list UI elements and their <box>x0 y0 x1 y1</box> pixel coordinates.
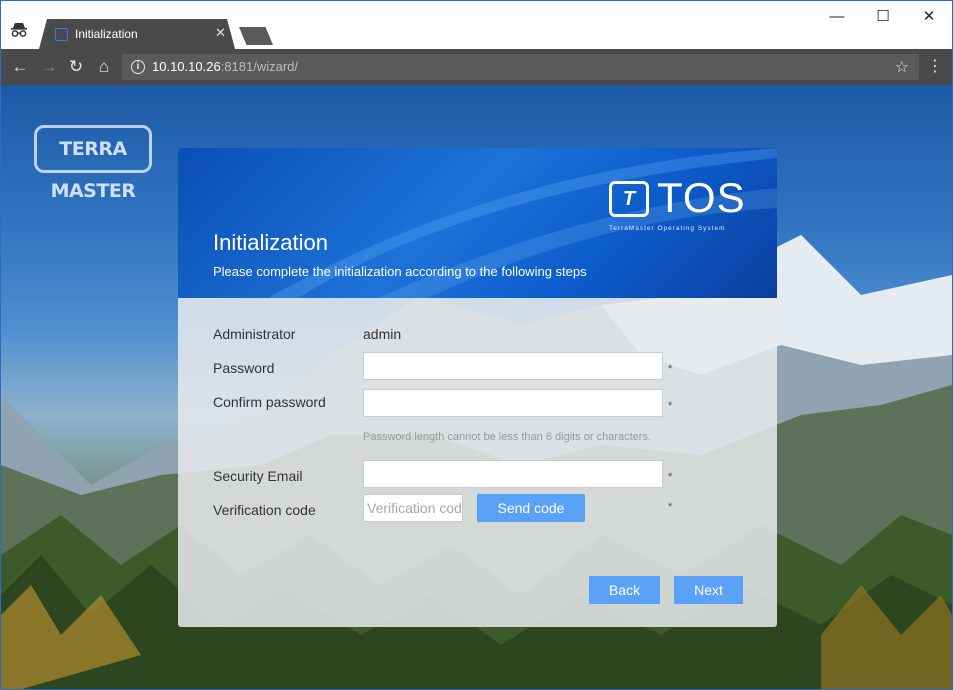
tos-logo: T TOS TerraMaster Operating System <box>609 174 749 238</box>
maximize-icon[interactable]: ☐ <box>860 5 906 29</box>
tos-tagline: TerraMaster Operating System <box>609 225 726 232</box>
star-icon[interactable]: ☆ <box>895 57 909 77</box>
url-text: 10.10.10.26:8181/wizard/ <box>152 59 299 74</box>
info-icon[interactable]: i <box>131 60 145 74</box>
administrator-label: Administrator <box>213 326 296 342</box>
tab-initialization[interactable]: Initialization ✕ <box>39 19 235 49</box>
password-hint: Password length cannot be less than 6 di… <box>363 431 651 443</box>
tos-mark: T <box>609 181 649 217</box>
confirm-password-input[interactable] <box>363 389 663 417</box>
dialog-title: Initialization <box>213 230 328 255</box>
page-favicon-icon <box>55 28 68 41</box>
browser-toolbar: ← → ↻ ⌂ i 10.10.10.26:8181/wizard/ ☆ ⋮ <box>1 49 952 85</box>
reload-icon[interactable]: ↻ <box>64 55 88 79</box>
verification-code-input[interactable]: Verification code <box>363 494 463 522</box>
new-tab-button[interactable] <box>239 27 273 45</box>
confirm-password-required-mark: * <box>668 400 673 412</box>
forward-icon[interactable]: → <box>37 55 61 79</box>
back-icon[interactable]: ← <box>8 55 32 79</box>
menu-icon[interactable]: ⋮ <box>927 56 943 78</box>
password-input[interactable] <box>363 352 663 380</box>
terramaster-logo: TERRA MASTER <box>34 125 152 202</box>
back-button[interactable]: Back <box>589 576 660 604</box>
close-icon[interactable]: ✕ <box>906 5 952 29</box>
send-code-button[interactable]: Send code <box>477 494 585 522</box>
minimize-icon[interactable]: — <box>814 5 860 29</box>
administrator-value: admin <box>363 326 402 342</box>
tab-title: Initialization <box>75 27 138 41</box>
password-label: Password <box>213 360 275 376</box>
security-email-input[interactable] <box>363 460 663 488</box>
home-icon[interactable]: ⌂ <box>92 55 116 79</box>
incognito-icon <box>11 23 27 37</box>
page-background: TERRA MASTER T TOS TerraMaster Operating… <box>1 85 952 689</box>
initialization-dialog: T TOS TerraMaster Operating System Initi… <box>178 148 777 627</box>
password-required-mark: * <box>668 363 673 375</box>
security-email-label: Security Email <box>213 468 303 484</box>
verification-code-label: Verification code <box>213 502 316 518</box>
verification-required-mark: * <box>668 501 673 513</box>
browser-window: Initialization ✕ — ☐ ✕ ← → ↻ ⌂ i 10.10.1… <box>0 0 953 690</box>
confirm-password-label: Confirm password <box>213 394 326 410</box>
title-bar: Initialization ✕ — ☐ ✕ <box>1 1 952 49</box>
next-button[interactable]: Next <box>674 576 743 604</box>
address-bar[interactable]: i 10.10.10.26:8181/wizard/ ☆ <box>122 54 919 80</box>
dialog-subtitle: Please complete the initialization accor… <box>213 264 587 279</box>
dialog-header: T TOS TerraMaster Operating System Initi… <box>178 148 777 298</box>
security-email-required-mark: * <box>668 471 673 483</box>
tab-close-icon[interactable]: ✕ <box>215 25 226 41</box>
dialog-body: Administrator admin Password * Confirm p… <box>178 298 777 627</box>
tos-name: TOS <box>657 174 746 221</box>
